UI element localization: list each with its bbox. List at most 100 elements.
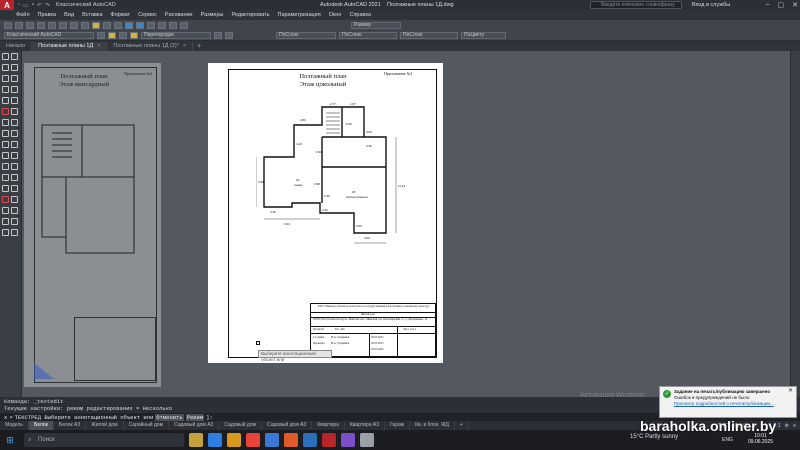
new-tab-icon[interactable]: +: [193, 42, 205, 51]
pan-icon[interactable]: [125, 21, 133, 29]
layout-tab-residential[interactable]: Жилой дом: [86, 421, 124, 430]
construction-line-icon[interactable]: [11, 53, 18, 60]
menu-draw[interactable]: Рисование: [165, 12, 193, 18]
new-icon[interactable]: [4, 21, 12, 29]
gradient-icon[interactable]: [11, 196, 18, 203]
menu-tools[interactable]: Сервис: [138, 12, 157, 18]
circle-icon[interactable]: [2, 86, 9, 93]
tab-start[interactable]: Начало: [0, 42, 33, 51]
command-close-icon[interactable]: ✕: [4, 414, 7, 421]
layout-tab-barn-house[interactable]: Сарайный дом: [124, 421, 170, 430]
make-current-icon[interactable]: [214, 31, 222, 39]
sheet-basement[interactable]: Поэтажный план Этаж цокольный Приложение…: [208, 63, 443, 363]
close-icon[interactable]: ✕: [788, 388, 793, 394]
chrome-icon[interactable]: [246, 433, 260, 447]
menu-window[interactable]: Окно: [329, 12, 342, 18]
layout-tab-apartment-a3[interactable]: Квартира А3: [345, 421, 385, 430]
color-combo[interactable]: ПоСлою: [276, 31, 336, 39]
weather-widget[interactable]: 15°C Partly sunny: [630, 434, 678, 440]
tool-palettes-icon[interactable]: [169, 21, 177, 29]
layer-properties-icon[interactable]: [97, 31, 105, 39]
menu-file[interactable]: Файл: [16, 12, 30, 18]
break-icon[interactable]: [11, 163, 18, 170]
preview-icon[interactable]: [48, 21, 56, 29]
print-icon[interactable]: [37, 21, 45, 29]
undo-icon[interactable]: ↶: [37, 2, 42, 9]
plotstyle-combo[interactable]: ПоЦвету: [461, 31, 506, 39]
ellipse-icon[interactable]: [11, 97, 18, 104]
layout-tab-garden-a3-2[interactable]: Садовый дом А3: [262, 421, 313, 430]
chamfer-icon[interactable]: [11, 174, 18, 181]
scale-icon[interactable]: [11, 141, 18, 148]
layout-tab-belok-a3[interactable]: Белок А3: [54, 421, 87, 430]
taskbar-search[interactable]: ⌕ Поиск: [24, 433, 184, 447]
trim-icon[interactable]: [11, 152, 18, 159]
calculator-icon[interactable]: [180, 21, 188, 29]
revision-cloud-icon[interactable]: [11, 86, 18, 93]
outlook-icon[interactable]: [303, 433, 317, 447]
acrobat-icon[interactable]: [284, 433, 298, 447]
move-icon[interactable]: [11, 130, 18, 137]
cut-icon[interactable]: [59, 21, 67, 29]
option-undo[interactable]: Отменить: [155, 413, 184, 421]
region-icon[interactable]: [2, 207, 9, 214]
join-icon[interactable]: [2, 174, 9, 181]
copy-icon[interactable]: [70, 21, 78, 29]
menu-icon[interactable]: ≡: [793, 423, 796, 429]
block-icon[interactable]: [11, 218, 18, 225]
table-icon[interactable]: [11, 207, 18, 214]
login-button[interactable]: Вход в службы: [692, 2, 730, 8]
new-file-icon[interactable]: ▫: [18, 2, 20, 9]
offset-icon[interactable]: [11, 119, 18, 126]
open-icon[interactable]: [15, 21, 23, 29]
layout-tab-model[interactable]: Модель: [0, 421, 29, 430]
array-icon[interactable]: [2, 130, 9, 137]
windows-start-icon[interactable]: ⊞: [0, 435, 20, 446]
settings-icon[interactable]: ⚙: [785, 423, 789, 429]
stretch-icon[interactable]: [2, 152, 9, 159]
plot-notification[interactable]: ✓ ✕ Задание на печать/публикацию заверше…: [659, 386, 797, 418]
viber-icon[interactable]: [341, 433, 355, 447]
layer-previous-icon[interactable]: [225, 31, 233, 39]
layer-combo[interactable]: Перегородки: [141, 31, 211, 39]
extend-icon[interactable]: [2, 163, 9, 170]
menu-dimensions[interactable]: Размеры: [201, 12, 224, 18]
polygon-icon[interactable]: [11, 64, 18, 71]
open-file-icon[interactable]: ▭: [23, 2, 29, 9]
tab-floor-plans[interactable]: Поэтажные планы 1Д ×: [32, 42, 108, 51]
menu-parametric[interactable]: Параметризация: [277, 12, 320, 18]
command-search-icon[interactable]: ⌕: [9, 414, 12, 421]
layout-tab-belok[interactable]: Белок: [28, 421, 54, 430]
paste-icon[interactable]: [81, 21, 89, 29]
polyline-icon[interactable]: [2, 64, 9, 71]
option-mode[interactable]: Режим: [185, 413, 205, 421]
save-icon[interactable]: [26, 21, 34, 29]
menu-modify[interactable]: Редактировать: [231, 12, 269, 18]
workspace-combo[interactable]: Классический AutoCAD: [4, 31, 94, 39]
lineweight-combo[interactable]: ПоСлою: [400, 31, 458, 39]
close-tab-icon[interactable]: ×: [97, 43, 100, 49]
explode-icon[interactable]: [11, 185, 18, 192]
layout-tab-garage[interactable]: Гараж: [385, 421, 411, 430]
edge-icon[interactable]: [208, 433, 222, 447]
layer-state-icon[interactable]: [108, 31, 116, 39]
line-icon[interactable]: [2, 53, 9, 60]
close-icon[interactable]: ✕: [792, 1, 798, 9]
menu-edit[interactable]: Правка: [38, 12, 57, 18]
menu-format[interactable]: Формат: [111, 12, 131, 18]
insert-icon[interactable]: [11, 229, 18, 236]
arc-icon[interactable]: [11, 75, 18, 82]
layout-tab-apartment[interactable]: Квартира: [312, 421, 345, 430]
layout-tab-garden-a3[interactable]: Садовый дом А3: [169, 421, 220, 430]
menu-view[interactable]: Вид: [64, 12, 74, 18]
search-input[interactable]: Введите ключевое слово/фразу: [590, 1, 682, 9]
file-explorer-icon[interactable]: [227, 433, 241, 447]
save-icon[interactable]: ▪: [32, 2, 34, 9]
lock-icon[interactable]: [130, 31, 138, 39]
minimize-icon[interactable]: –: [766, 1, 770, 9]
workspace-name[interactable]: Классический AutoCAD: [56, 2, 116, 8]
autocad-logo-icon[interactable]: A: [0, 0, 14, 10]
rectangle-icon[interactable]: [2, 75, 9, 82]
copy-object-icon[interactable]: [11, 108, 18, 115]
menu-help[interactable]: Справка: [349, 12, 371, 18]
